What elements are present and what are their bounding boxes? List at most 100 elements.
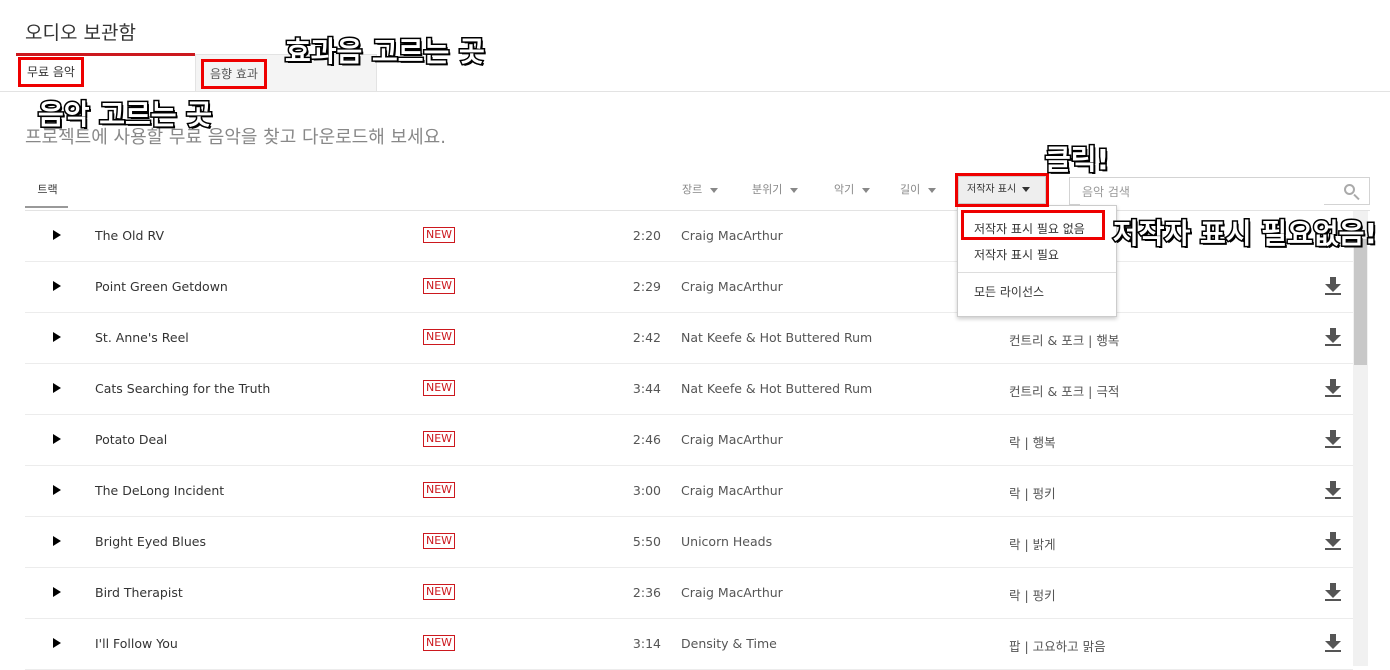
track-title[interactable]: I'll Follow You: [95, 636, 178, 651]
annotation-click: 클릭!: [1043, 142, 1110, 178]
chevron-down-icon: [710, 187, 719, 193]
filter-mood-label: 분위기: [752, 183, 783, 196]
scrollbar-thumb[interactable]: [1354, 239, 1367, 365]
table-row[interactable]: Bright Eyed Blues NEW 5:50 Unicorn Heads…: [25, 517, 1353, 568]
scrollbar[interactable]: [1353, 211, 1368, 666]
track-genre: 컨트리 & 포크 | 행복: [1009, 333, 1120, 348]
track-artist[interactable]: Nat Keefe & Hot Buttered Rum: [681, 381, 872, 396]
play-icon[interactable]: [53, 638, 61, 648]
track-duration: 2:20: [632, 228, 661, 243]
download-icon[interactable]: [1325, 481, 1341, 499]
play-icon[interactable]: [53, 434, 61, 444]
track-duration: 3:44: [632, 381, 661, 396]
track-genre: 락 | 밝게: [1009, 537, 1056, 552]
play-icon[interactable]: [53, 383, 61, 393]
menu-item-attribution-required[interactable]: 저작자 표시 필요: [974, 246, 1059, 263]
track-artist[interactable]: Density & Time: [681, 636, 777, 651]
new-badge: NEW: [423, 533, 456, 549]
filter-instrument[interactable]: 악기: [834, 180, 871, 200]
download-icon[interactable]: [1325, 532, 1341, 550]
track-list: The Old RV NEW 2:20 Craig MacArthur Poin…: [25, 211, 1353, 670]
annotation-highlight-no-attribution: [961, 210, 1105, 240]
table-row[interactable]: St. Anne's Reel NEW 2:42 Nat Keefe & Hot…: [25, 313, 1353, 364]
download-icon[interactable]: [1325, 583, 1341, 601]
new-badge: NEW: [423, 227, 456, 243]
tab-bar: 무료 음악 음향 효과: [0, 53, 1390, 92]
track-title[interactable]: Cats Searching for the Truth: [95, 381, 270, 396]
track-artist[interactable]: Craig MacArthur: [681, 585, 783, 600]
track-artist[interactable]: Craig MacArthur: [681, 432, 783, 447]
track-artist[interactable]: Nat Keefe & Hot Buttered Rum: [681, 330, 872, 345]
tab-free-music-label: 무료 음악: [18, 57, 84, 87]
annotation-attribution: 저작자 표시 필요없음!: [1111, 216, 1378, 252]
new-badge: NEW: [423, 482, 456, 498]
track-title[interactable]: Bird Therapist: [95, 585, 183, 600]
track-genre: 팝 | 고요하고 맑음: [1009, 639, 1106, 654]
track-genre: 락 | 펑키: [1009, 588, 1056, 603]
table-row[interactable]: The DeLong Incident NEW 3:00 Craig MacAr…: [25, 466, 1353, 517]
annotation-highlight-attribution-button: [955, 173, 1049, 207]
chevron-down-icon: [790, 187, 799, 193]
track-artist[interactable]: Craig MacArthur: [681, 228, 783, 243]
menu-divider: [958, 272, 1116, 273]
track-genre: 락 | 펑키: [1009, 486, 1056, 501]
new-badge: NEW: [423, 278, 456, 294]
filter-mood[interactable]: 분위기: [752, 180, 799, 200]
download-icon[interactable]: [1325, 430, 1341, 448]
play-icon[interactable]: [53, 281, 61, 291]
play-icon[interactable]: [53, 332, 61, 342]
track-genre: 락 | 행복: [1009, 435, 1056, 450]
track-title[interactable]: Bright Eyed Blues: [95, 534, 206, 549]
filter-genre-label: 장르: [682, 183, 703, 196]
track-duration: 2:46: [632, 432, 661, 447]
filter-instrument-label: 악기: [834, 183, 855, 196]
table-row[interactable]: Point Green Getdown NEW 2:29 Craig MacAr…: [25, 262, 1353, 313]
menu-item-all-licenses[interactable]: 모든 라이선스: [974, 283, 1044, 300]
tab-tracks[interactable]: 트랙: [25, 180, 68, 208]
table-row[interactable]: Cats Searching for the Truth NEW 3:44 Na…: [25, 364, 1353, 415]
track-duration: 2:42: [632, 330, 661, 345]
table-row[interactable]: Bird Therapist NEW 2:36 Craig MacArthur …: [25, 568, 1353, 619]
search-box: [1069, 177, 1370, 205]
track-title[interactable]: Point Green Getdown: [95, 279, 228, 294]
new-badge: NEW: [423, 329, 456, 345]
track-title[interactable]: The DeLong Incident: [95, 483, 224, 498]
attribution-dropdown-menu: 저작자 표시 필요 없음 저작자 표시 필요 모든 라이선스: [957, 205, 1117, 317]
play-icon[interactable]: [53, 485, 61, 495]
new-badge: NEW: [423, 380, 456, 396]
annotation-sfx: 효과음 고르는 곳: [284, 34, 487, 70]
play-icon[interactable]: [53, 536, 61, 546]
track-duration: 3:14: [632, 636, 661, 651]
track-artist[interactable]: Unicorn Heads: [681, 534, 772, 549]
download-icon[interactable]: [1325, 277, 1341, 295]
new-badge: NEW: [423, 584, 456, 600]
filter-length[interactable]: 길이: [900, 180, 937, 200]
table-row[interactable]: Potato Deal NEW 2:46 Craig MacArthur 락 |…: [25, 415, 1353, 466]
page-title: 오디오 보관함: [25, 22, 136, 44]
track-title[interactable]: Potato Deal: [95, 432, 167, 447]
track-title[interactable]: St. Anne's Reel: [95, 330, 189, 345]
download-icon[interactable]: [1325, 379, 1341, 397]
track-genre: 컨트리 & 포크 | 극적: [1009, 384, 1120, 399]
play-icon[interactable]: [53, 230, 61, 240]
new-badge: NEW: [423, 431, 456, 447]
track-duration: 5:50: [632, 534, 661, 549]
search-icon[interactable]: [1344, 184, 1355, 195]
chevron-down-icon: [928, 187, 937, 193]
download-icon[interactable]: [1325, 328, 1341, 346]
table-row[interactable]: I'll Follow You NEW 3:14 Density & Time …: [25, 619, 1353, 670]
search-input[interactable]: [1080, 179, 1324, 205]
filter-length-label: 길이: [900, 183, 921, 196]
chevron-down-icon: [862, 187, 871, 193]
track-duration: 2:29: [632, 279, 661, 294]
track-duration: 2:36: [632, 585, 661, 600]
play-icon[interactable]: [53, 587, 61, 597]
track-artist[interactable]: Craig MacArthur: [681, 279, 783, 294]
track-duration: 3:00: [632, 483, 661, 498]
track-title[interactable]: The Old RV: [95, 228, 164, 243]
filter-genre[interactable]: 장르: [682, 180, 719, 200]
track-artist[interactable]: Craig MacArthur: [681, 483, 783, 498]
tab-free-music[interactable]: 무료 음악: [16, 53, 195, 91]
download-icon[interactable]: [1325, 634, 1341, 652]
annotation-music: 음악 고르는 곳: [36, 97, 213, 133]
